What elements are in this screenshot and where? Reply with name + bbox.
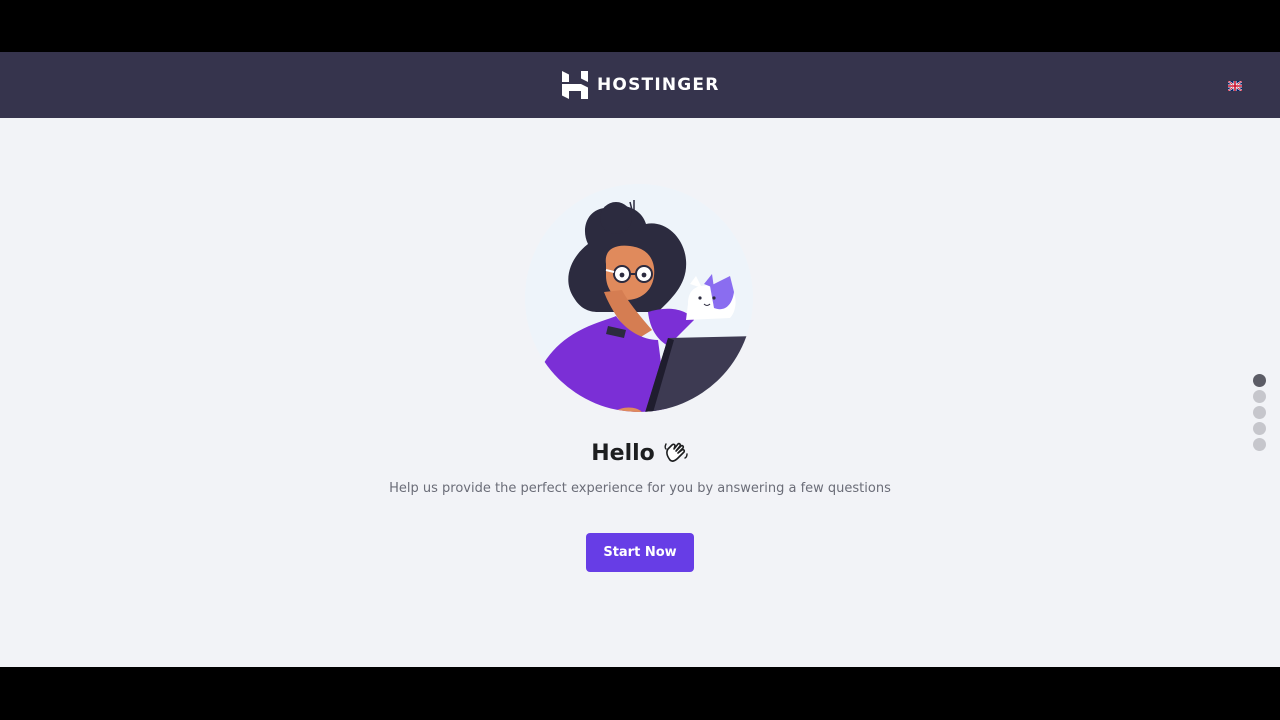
welcome-illustration [525,184,753,412]
step-dot-3[interactable] [1253,406,1266,419]
step-pagination [1253,374,1267,451]
step-dot-5[interactable] [1253,438,1266,451]
step-dot-2[interactable] [1253,390,1266,403]
hostinger-logo[interactable]: HOSTINGER [562,70,720,100]
uk-flag-icon[interactable] [1228,81,1242,91]
step-dot-4[interactable] [1253,422,1266,435]
page-viewport: HOSTINGER Hello Help us provide the perf… [0,52,1280,667]
hostinger-logo-icon [562,71,588,99]
subtitle-text: Help us provide the perfect experience f… [389,481,891,496]
start-now-button[interactable]: Start Now [586,533,694,572]
greeting-heading: Hello [0,440,1280,466]
brand-name: HOSTINGER [597,75,720,95]
waving-hand-icon [664,442,688,462]
greeting-text: Hello [591,440,655,466]
top-bar: HOSTINGER [0,52,1280,118]
step-dot-1[interactable] [1253,374,1266,387]
